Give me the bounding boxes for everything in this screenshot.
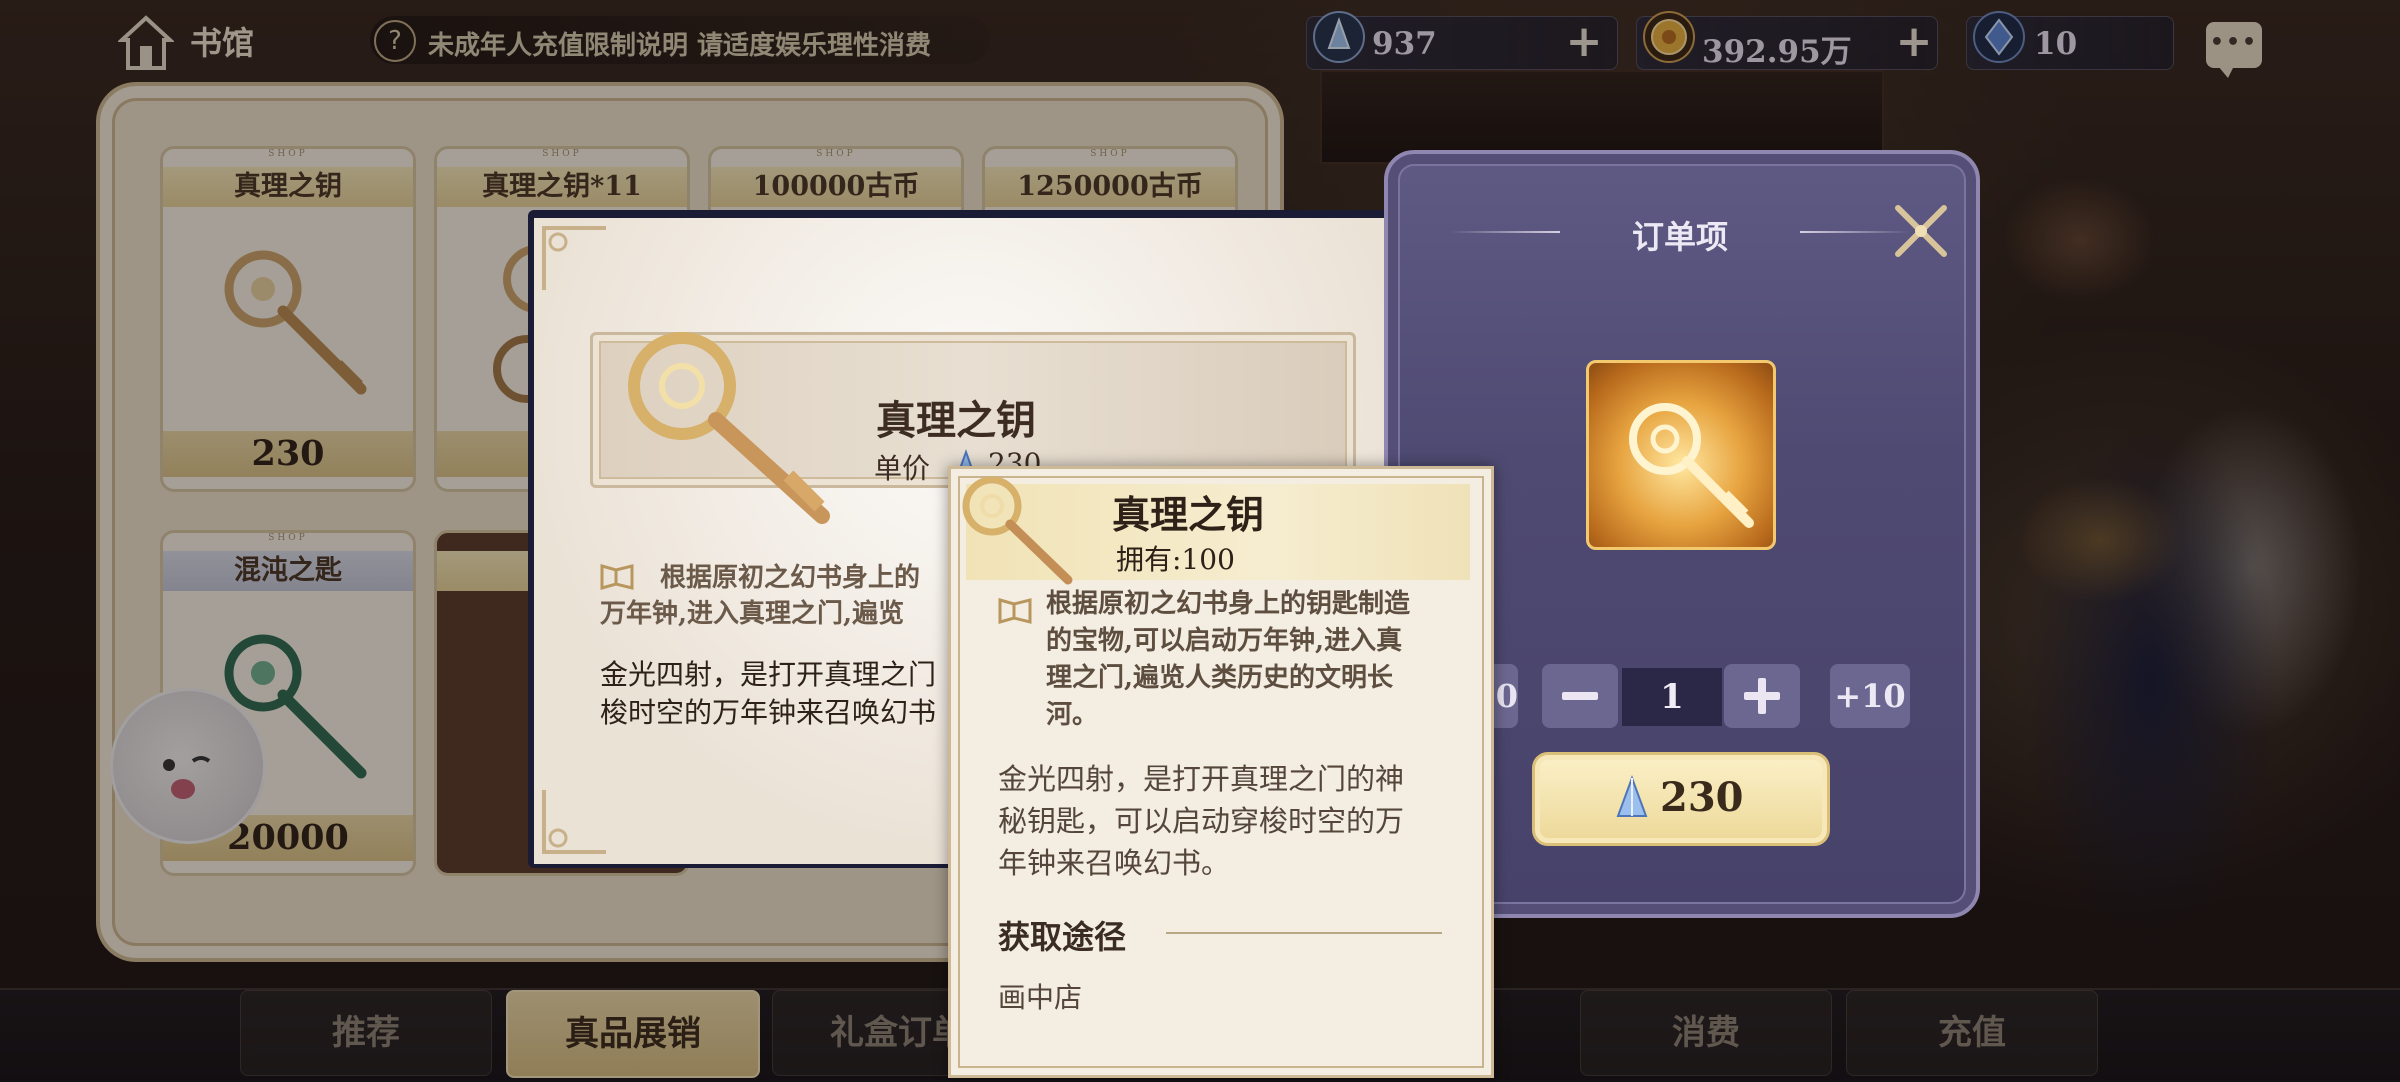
book-icon	[998, 598, 1032, 624]
decrease-quantity-button[interactable]	[1542, 664, 1618, 728]
tooltip-source-title: 获取途径	[998, 918, 1127, 956]
plus-ten-button[interactable]: +10	[1830, 664, 1910, 728]
detail-lore: 金光四射，是打开真理之门 梭时空的万年钟来召唤幻书	[600, 658, 937, 729]
tooltip-divider	[1166, 932, 1442, 934]
tooltip-source[interactable]: 画中店	[998, 976, 1082, 1016]
tooltip-lore: 金光四射，是打开真理之门的神 秘钥匙，可以启动穿梭时空的万 年钟来召唤幻书。	[998, 762, 1405, 880]
quantity-input[interactable]: 1	[1622, 668, 1722, 726]
golden-key-icon	[628, 332, 830, 524]
order-item-thumbnail	[1586, 360, 1776, 550]
order-title: 订单项	[1631, 218, 1728, 256]
detail-item-name: 真理之钥	[876, 397, 1036, 444]
detail-description: 根据原初之幻书身上的 万年钟,进入真理之门,遍览	[600, 563, 921, 629]
ornament-corner-icon	[542, 790, 606, 854]
title-ornament	[1450, 231, 1560, 233]
tooltip-item-name: 真理之钥	[1112, 492, 1265, 537]
ornament-corner-icon	[542, 226, 606, 290]
close-icon[interactable]	[1890, 200, 1952, 262]
buy-price[interactable]: 230	[1660, 774, 1744, 821]
blue-crystal-icon	[1616, 775, 1648, 817]
golden-key-icon	[962, 476, 1073, 585]
tooltip-description: 根据原初之幻书身上的钥匙制造 的宝物,可以启动万年钟,进入真 理之门,遍览人类历…	[1046, 589, 1411, 730]
tooltip-owned-count: 拥有:100	[1116, 543, 1235, 576]
golden-key-icon	[1629, 403, 1754, 528]
increase-quantity-button[interactable]	[1724, 664, 1800, 728]
unit-price-label: 单价	[874, 452, 931, 485]
